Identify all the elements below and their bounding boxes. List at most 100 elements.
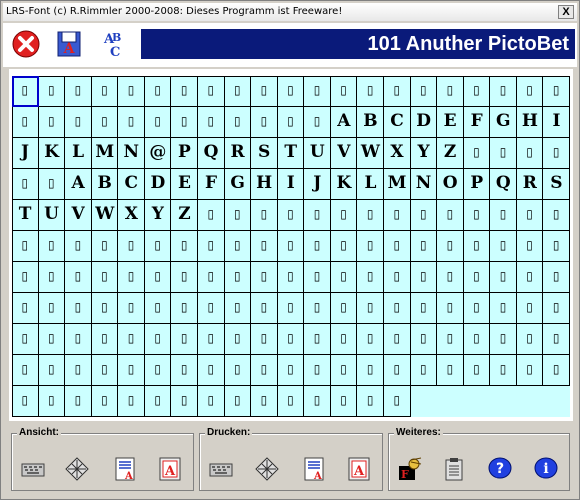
glyph-cell[interactable]: ▯: [383, 262, 411, 293]
glyph-cell[interactable]: ▯: [383, 76, 411, 107]
glyph-cell[interactable]: ▯: [357, 262, 384, 293]
glyph-cell[interactable]: ▯: [91, 231, 119, 262]
glyph-cell[interactable]: ▯: [38, 107, 66, 138]
glyph-cell[interactable]: ▯: [12, 293, 39, 324]
glyph-cell[interactable]: ▯: [251, 293, 278, 324]
glyph-cell[interactable]: ▯: [543, 138, 570, 169]
glyph-cell[interactable]: T: [12, 200, 39, 231]
glyph-cell[interactable]: ▯: [118, 231, 145, 262]
glyph-cell[interactable]: ▯: [38, 324, 66, 355]
glyph-cell[interactable]: S: [543, 169, 570, 200]
glyph-cell[interactable]: ▯: [118, 324, 145, 355]
glyph-cell[interactable]: A: [65, 169, 92, 200]
glyph-cell[interactable]: I: [543, 107, 570, 138]
glyph-cell[interactable]: ▯: [251, 262, 278, 293]
glyph-cell[interactable]: ▯: [357, 355, 384, 386]
glyph-cell[interactable]: ▯: [171, 324, 198, 355]
glyph-cell[interactable]: ▯: [12, 107, 39, 138]
glyph-cell[interactable]: ▯: [410, 355, 438, 386]
glyph-cell[interactable]: ▯: [463, 355, 491, 386]
glyph-cell[interactable]: C: [383, 107, 411, 138]
glyph-cell[interactable]: ▯: [410, 324, 438, 355]
glyph-cell[interactable]: ▯: [463, 200, 491, 231]
glyph-cell[interactable]: Y: [410, 138, 438, 169]
glyph-cell[interactable]: ▯: [38, 231, 66, 262]
glyph-cell[interactable]: ▯: [251, 231, 278, 262]
keyboard-print-icon[interactable]: [208, 456, 234, 482]
glyph-cell[interactable]: ▯: [516, 262, 544, 293]
glyph-cell[interactable]: Q: [197, 138, 225, 169]
glyph-cell[interactable]: T: [277, 138, 305, 169]
glyph-cell[interactable]: ▯: [410, 262, 438, 293]
glyph-cell[interactable]: ▯: [12, 324, 39, 355]
glyph-cell[interactable]: ▯: [490, 138, 517, 169]
glyph-cell[interactable]: ▯: [65, 386, 92, 417]
glyph-cell[interactable]: ▯: [437, 231, 464, 262]
glyph-cell[interactable]: ▯: [304, 76, 331, 107]
glyph-cell[interactable]: N: [118, 138, 145, 169]
font-preview-icon[interactable]: A: [157, 456, 183, 482]
document-icon[interactable]: A: [112, 456, 138, 482]
glyph-cell[interactable]: ▯: [490, 355, 517, 386]
glyph-cell[interactable]: ▯: [516, 324, 544, 355]
glyph-cell[interactable]: ▯: [304, 262, 331, 293]
glyph-cell[interactable]: G: [224, 169, 252, 200]
glyph-cell[interactable]: ▯: [357, 231, 384, 262]
glyph-cell[interactable]: ▯: [197, 76, 225, 107]
glyph-cell[interactable]: Z: [171, 200, 198, 231]
glyph-cell[interactable]: ▯: [277, 324, 305, 355]
document-print-icon[interactable]: A: [301, 456, 327, 482]
glyph-cell[interactable]: ▯: [330, 386, 358, 417]
glyph-cell[interactable]: ▯: [490, 262, 517, 293]
glyph-cell[interactable]: ▯: [463, 76, 491, 107]
glyph-cell[interactable]: ▯: [357, 293, 384, 324]
glyph-cell[interactable]: ▯: [224, 231, 252, 262]
glyph-cell[interactable]: ▯: [410, 76, 438, 107]
clipboard-icon[interactable]: [441, 456, 467, 482]
glyph-cell[interactable]: ▯: [197, 262, 225, 293]
glyph-cell[interactable]: ▯: [171, 355, 198, 386]
glyph-cell[interactable]: M: [91, 138, 119, 169]
glyph-cell[interactable]: ▯: [197, 293, 225, 324]
glyph-cell[interactable]: ▯: [144, 231, 172, 262]
glyph-cell[interactable]: ▯: [197, 386, 225, 417]
glyph-cell[interactable]: P: [171, 138, 198, 169]
glyph-cell[interactable]: Z: [437, 138, 464, 169]
glyph-cell[interactable]: ▯: [490, 293, 517, 324]
glyph-cell[interactable]: ▯: [65, 355, 92, 386]
glyph-cell[interactable]: ▯: [224, 355, 252, 386]
glyph-cell[interactable]: ▯: [91, 262, 119, 293]
glyph-cell[interactable]: V: [65, 200, 92, 231]
glyph-cell[interactable]: ▯: [91, 386, 119, 417]
glyph-cell[interactable]: ▯: [12, 386, 39, 417]
glyph-cell[interactable]: R: [516, 169, 544, 200]
glyph-cell[interactable]: ▯: [490, 200, 517, 231]
glyph-cell[interactable]: W: [91, 200, 119, 231]
glyph-cell[interactable]: ▯: [543, 293, 570, 324]
glyph-cell[interactable]: ▯: [277, 76, 305, 107]
glyph-cell[interactable]: ▯: [330, 355, 358, 386]
info-icon[interactable]: i: [533, 456, 559, 482]
close-icon[interactable]: [11, 29, 41, 59]
glyph-cell[interactable]: R: [224, 138, 252, 169]
glyph-cell[interactable]: W: [357, 138, 384, 169]
glyph-cell[interactable]: ▯: [65, 324, 92, 355]
glyph-cell[interactable]: S: [251, 138, 278, 169]
glyph-cell[interactable]: ▯: [224, 386, 252, 417]
glyph-cell[interactable]: ▯: [144, 107, 172, 138]
glyph-cell[interactable]: P: [463, 169, 491, 200]
glyph-cell[interactable]: ▯: [65, 76, 92, 107]
glyph-cell[interactable]: ▯: [383, 200, 411, 231]
glyph-cell[interactable]: ▯: [330, 76, 358, 107]
glyph-cell[interactable]: ▯: [304, 324, 331, 355]
glyph-cell[interactable]: ▯: [277, 293, 305, 324]
glyph-cell[interactable]: V: [330, 138, 358, 169]
glyph-cell[interactable]: K: [330, 169, 358, 200]
glyph-cell[interactable]: ▯: [224, 200, 252, 231]
glyph-cell[interactable]: ▯: [251, 76, 278, 107]
glyph-cell[interactable]: ▯: [330, 231, 358, 262]
glyph-cell[interactable]: ▯: [383, 231, 411, 262]
glyph-cell[interactable]: ▯: [490, 324, 517, 355]
glyph-cell[interactable]: ▯: [304, 200, 331, 231]
glyph-cell[interactable]: ▯: [516, 231, 544, 262]
